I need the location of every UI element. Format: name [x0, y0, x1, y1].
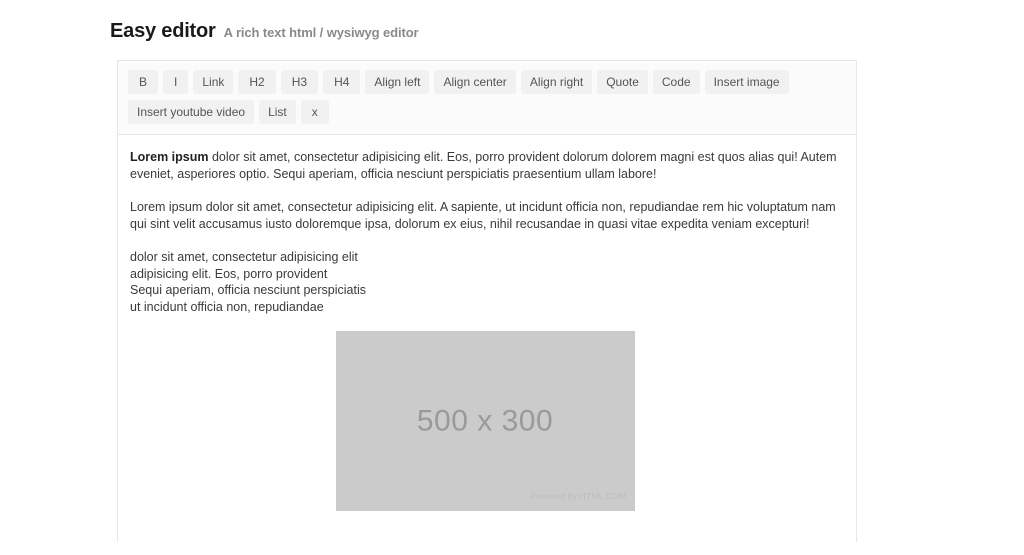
align-left-button[interactable]: Align left [365, 70, 430, 94]
quote-button[interactable]: Quote [597, 70, 648, 94]
code-button[interactable]: Code [652, 70, 700, 94]
align-right-button[interactable]: Align right [520, 70, 593, 94]
short-line: Sequi aperiam, officia nesciunt perspici… [130, 283, 367, 298]
inserted-image-wrapper: 500 x 300 Powered by HTML.COM [130, 331, 840, 512]
placeholder-image[interactable]: 500 x 300 Powered by HTML.COM [335, 331, 635, 512]
list-button[interactable]: List [259, 100, 296, 124]
page-subtitle: A rich text html / wysiwyg editor [223, 25, 419, 40]
short-line-block: dolor sit amet, consectetur adipisicing … [130, 249, 840, 315]
editor-toolbar: B I Link H2 H3 H4 Align left Align center Align … [118, 61, 856, 135]
short-line: dolor sit amet, consectetur adipisicing … [130, 250, 358, 264]
italic-button[interactable]: I [163, 70, 189, 94]
page-header: Easy editor A rich text html / wysiwyg e… [110, 20, 419, 43]
paragraph-lorem-1: Lorem ipsum dolor sit amet, consectetur … [130, 149, 840, 183]
paragraph-lead-rest: dolor sit amet, consectetur adipisicing … [130, 150, 837, 181]
paragraph-lorem-2: Lorem ipsum dolor sit amet, consectetur … [130, 200, 836, 231]
placeholder-image-dimensions: 500 x 300 [416, 404, 554, 438]
align-center-button[interactable]: Align center [434, 70, 516, 94]
heading2-button[interactable]: H2 [238, 70, 276, 94]
insert-youtube-video-button[interactable]: Insert youtube video [128, 100, 255, 124]
clear-formatting-button[interactable]: x [300, 100, 329, 124]
short-line: ut incidunt officia non, repudiandae [130, 299, 324, 314]
bold-button[interactable]: B [128, 70, 159, 94]
page-title: Easy editor [110, 20, 216, 42]
heading4-button[interactable]: H4 [323, 70, 361, 94]
heading3-button[interactable]: H3 [280, 70, 319, 94]
editor-content-area[interactable]: Lorem ipsum dolor sit amet, consectetur … [118, 135, 856, 555]
editor-container: B I Link H2 H3 H4 Align left Align center Align … [117, 60, 857, 542]
short-line: adipisicing elit. Eos, porro provident [130, 266, 328, 281]
placeholder-image-credit: Powered by HTML.COM [530, 491, 627, 502]
link-button[interactable]: Link [193, 70, 234, 94]
insert-image-button[interactable]: Insert image [704, 70, 789, 94]
paragraph-lead-strong: Lorem ipsum [130, 150, 209, 164]
